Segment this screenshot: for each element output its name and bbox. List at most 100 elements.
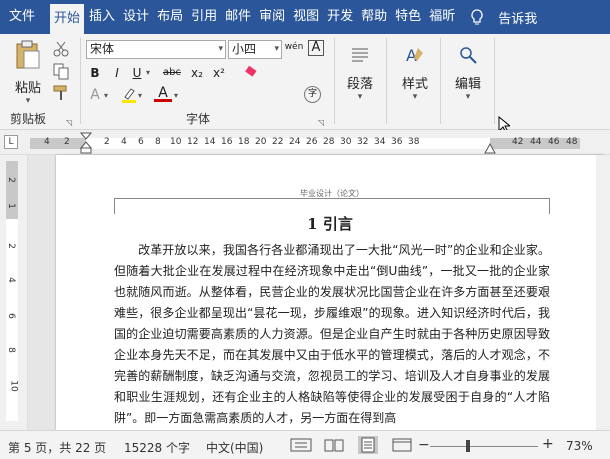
ruler-tick-label: 22: [272, 137, 284, 147]
horizontal-ruler[interactable]: L 4 2 2 4 6 8 10 12 14 16 18 20 22 24 26…: [0, 130, 610, 155]
divider: [494, 38, 495, 124]
status-bar: 第 5 页，共 22 页 15228 个字 中文(中国) − + 73%: [0, 430, 610, 459]
ruler-tick-label: 16: [221, 137, 233, 147]
bold-button[interactable]: B: [86, 64, 104, 82]
body-paragraph[interactable]: 改革开放以来，我国各行各业都涌现出了一大批“风光一时”的企业和企业家。但随着大批…: [114, 240, 550, 429]
font-size-value: 小四: [232, 42, 257, 56]
chevron-down-icon[interactable]: ▾: [146, 68, 150, 77]
ruler-tick-label: 6: [138, 137, 144, 147]
chevron-down-icon[interactable]: ▾: [138, 91, 142, 100]
focus-mode-icon[interactable]: [290, 438, 312, 452]
tab-view[interactable]: 视图: [290, 0, 322, 34]
word-count[interactable]: 15228 个字: [124, 439, 190, 456]
copy-icon[interactable]: [52, 62, 70, 80]
tab-references[interactable]: 引用: [188, 0, 220, 34]
right-indent-marker[interactable]: [484, 142, 496, 154]
ruler-tick-label: 4: [44, 137, 50, 147]
clipboard-group-label: 剪贴板: [10, 112, 47, 126]
ruler-tick-label: 12: [187, 137, 199, 147]
ruler-tick-label: 2: [5, 177, 16, 183]
vertical-scrollbar[interactable]: [596, 155, 610, 430]
chevron-down-icon: ▾: [274, 44, 279, 54]
zoom-slider-thumb[interactable]: [465, 440, 470, 452]
chevron-down-icon[interactable]: ▾: [174, 91, 178, 100]
ribbon: 粘贴 ▾ 剪贴板 ◹ 宋体 ▾ 小四 ▾ wén A B I U ▾ abc x₂ …: [0, 34, 610, 134]
divider: [334, 38, 335, 124]
first-line-indent-marker[interactable]: [80, 132, 92, 154]
styles-button[interactable]: A 样式 ▾: [395, 44, 435, 102]
ruler-tick-label: 42: [512, 137, 524, 147]
chevron-down-icon: ▾: [412, 92, 418, 102]
underline-button[interactable]: U: [128, 64, 146, 82]
font-name-select[interactable]: 宋体 ▾: [86, 40, 226, 59]
strikethrough-button[interactable]: abc: [160, 64, 184, 82]
font-group-label: 字体: [186, 112, 211, 126]
chevron-down-icon: ▾: [218, 44, 223, 54]
tab-file[interactable]: 文件: [6, 0, 38, 34]
clipboard-group: 粘贴 ▾ 剪贴板 ◹: [0, 34, 78, 130]
tab-help[interactable]: 帮助: [358, 0, 390, 34]
zoom-out-button[interactable]: −: [418, 437, 430, 453]
divider: [80, 38, 81, 124]
page-count[interactable]: 第 5 页，共 22 页: [8, 439, 106, 456]
dialog-launcher-icon[interactable]: ◹: [318, 118, 324, 127]
tab-review[interactable]: 审阅: [256, 0, 288, 34]
tab-features[interactable]: 特色: [392, 0, 424, 34]
clear-formatting-icon[interactable]: [240, 64, 258, 82]
zoom-level[interactable]: 73%: [566, 439, 593, 453]
read-mode-icon[interactable]: [324, 438, 344, 452]
ruler-tick-label: 2: [5, 243, 16, 249]
highlight-icon[interactable]: [120, 86, 138, 104]
tell-me-label: 告诉我: [498, 11, 538, 27]
tab-foxit[interactable]: 福昕: [426, 0, 458, 34]
document-area[interactable]: 毕业设计（论文） 1 引言 改革开放以来，我国各行各业都涌现出了一大批“风光一时…: [28, 155, 610, 430]
tab-developer[interactable]: 开发: [324, 0, 356, 34]
print-layout-icon[interactable]: [358, 436, 378, 454]
ruler-tick-label: 4: [121, 137, 127, 147]
font-size-select[interactable]: 小四 ▾: [228, 40, 282, 59]
zoom-slider[interactable]: [430, 446, 538, 447]
styles-label: 样式: [401, 77, 428, 92]
ruler-margin-strip: [6, 161, 18, 219]
paragraph-button[interactable]: 段落 ▾: [340, 44, 380, 102]
tab-layout[interactable]: 布局: [154, 0, 186, 34]
vertical-ruler[interactable]: 2 1 2 4 6 8 10: [0, 155, 28, 430]
document-page[interactable]: 毕业设计（论文） 1 引言 改革开放以来，我国各行各业都涌现出了一大批“风光一时…: [56, 155, 604, 430]
ruler-tick-label: 26: [306, 137, 318, 147]
italic-button[interactable]: I: [108, 64, 126, 82]
ruler-tick-label: 8: [5, 347, 16, 353]
heading-title[interactable]: 1 引言: [56, 213, 604, 234]
ruler-tick-label: 18: [238, 137, 250, 147]
font-color-button[interactable]: A: [154, 84, 172, 102]
language-indicator[interactable]: 中文(中国): [206, 439, 263, 456]
zoom-in-button[interactable]: +: [542, 436, 554, 452]
ruler-tick-label: 8: [155, 137, 161, 147]
header-border: [114, 198, 550, 214]
ruler-tick-label: 10: [170, 137, 182, 147]
format-painter-icon[interactable]: [52, 84, 70, 102]
superscript-button[interactable]: x²: [210, 64, 228, 82]
styles-icon: A: [406, 46, 423, 65]
ruler-tick-label: 2: [64, 137, 70, 147]
search-icon: [460, 47, 477, 64]
text-effects-button[interactable]: A: [86, 86, 104, 104]
chevron-down-icon: ▾: [357, 92, 363, 102]
paste-button[interactable]: 粘贴 ▾: [8, 40, 48, 106]
font-name-value: 宋体: [90, 42, 115, 56]
tab-design[interactable]: 设计: [120, 0, 152, 34]
enclosed-characters-icon[interactable]: 字: [304, 86, 321, 103]
phonetic-guide-icon[interactable]: wén: [284, 38, 304, 56]
dialog-launcher-icon[interactable]: ◹: [66, 118, 72, 127]
editing-button[interactable]: 编辑 ▾: [448, 44, 488, 102]
subscript-button[interactable]: x₂: [188, 64, 206, 82]
tab-home[interactable]: 开始: [50, 4, 85, 34]
chevron-down-icon: ▾: [465, 92, 471, 102]
tab-insert[interactable]: 插入: [86, 0, 118, 34]
chevron-down-icon[interactable]: ▾: [104, 91, 108, 100]
tab-selector[interactable]: L: [4, 135, 18, 149]
tell-me-box[interactable]: 告诉我: [470, 8, 537, 27]
character-border-icon[interactable]: A: [308, 40, 324, 56]
cut-icon[interactable]: [52, 40, 70, 58]
web-layout-icon[interactable]: [392, 438, 412, 452]
tab-mailings[interactable]: 邮件: [222, 0, 254, 34]
